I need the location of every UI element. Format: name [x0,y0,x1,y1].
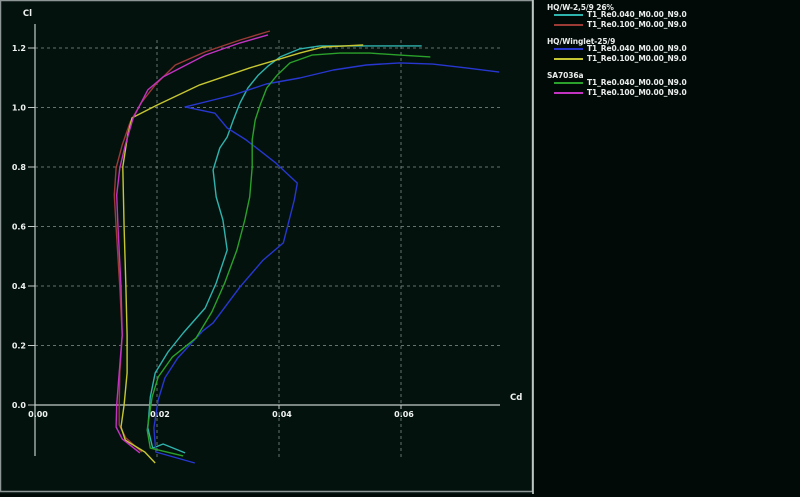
y-tick-label-1.0: 1.0 [12,104,27,113]
x-tick-label-0.02: 0.02 [150,410,170,419]
legend-entry[interactable]: T1_Re0.100_M0.00_N9.0 [536,54,800,64]
y-tick-label-0.4: 0.4 [12,282,27,291]
y-tick-label-0.6: 0.6 [12,223,27,232]
plot-background [0,0,534,494]
legend-entry[interactable]: T1_Re0.100_M0.00_N9.0 [536,20,800,30]
legend-color-swatch [554,24,583,26]
polar-plot-panel: 0.0 0.2 0.4 0.6 0.8 1.0 1.2 0.00 0.02 0.04 0.06 Cl C… [0,0,534,494]
x-tick-label-0.04: 0.04 [272,410,292,419]
legend-entry[interactable]: T1_Re0.100_M0.00_N9.0 [536,88,800,98]
legend-color-swatch [554,48,583,50]
legend-color-swatch [554,58,583,60]
y-tick-label-0.0: 0.0 [12,401,27,410]
polar-plot-canvas: 0.0 0.2 0.4 0.6 0.8 1.0 1.2 0.00 0.02 0.04 0.06 Cl C… [0,0,534,494]
x-tick-label-0.00: 0.00 [28,410,48,419]
y-tick-label-0.2: 0.2 [12,342,26,351]
legend-entry-label: T1_Re0.040_M0.00_N9.0 [587,78,687,87]
legend-entry[interactable]: T1_Re0.040_M0.00_N9.0 [536,44,800,54]
legend-color-swatch [554,14,583,16]
legend-color-swatch [554,92,583,94]
legend-entry[interactable]: T1_Re0.040_M0.00_N9.0 [536,78,800,88]
legend-entry-label: T1_Re0.100_M0.00_N9.0 [587,20,687,29]
y-tick-label-1.2: 1.2 [12,44,26,53]
legend-entry[interactable]: T1_Re0.040_M0.00_N9.0 [536,10,800,20]
legend-entry-label: T1_Re0.040_M0.00_N9.0 [587,44,687,53]
y-tick-label-0.8: 0.8 [12,163,27,172]
legend-panel: HQ/W-2,5/9 26%T1_Re0.040_M0.00_N9.0T1_Re… [536,0,800,497]
legend-color-swatch [554,82,583,84]
legend-entry-label: T1_Re0.040_M0.00_N9.0 [587,10,687,19]
legend-entry-label: T1_Re0.100_M0.00_N9.0 [587,88,687,97]
x-tick-label-0.06: 0.06 [394,410,414,419]
x-axis-label: Cd [510,393,522,403]
legend-entry-label: T1_Re0.100_M0.00_N9.0 [587,54,687,63]
y-axis-label: Cl [23,9,32,19]
